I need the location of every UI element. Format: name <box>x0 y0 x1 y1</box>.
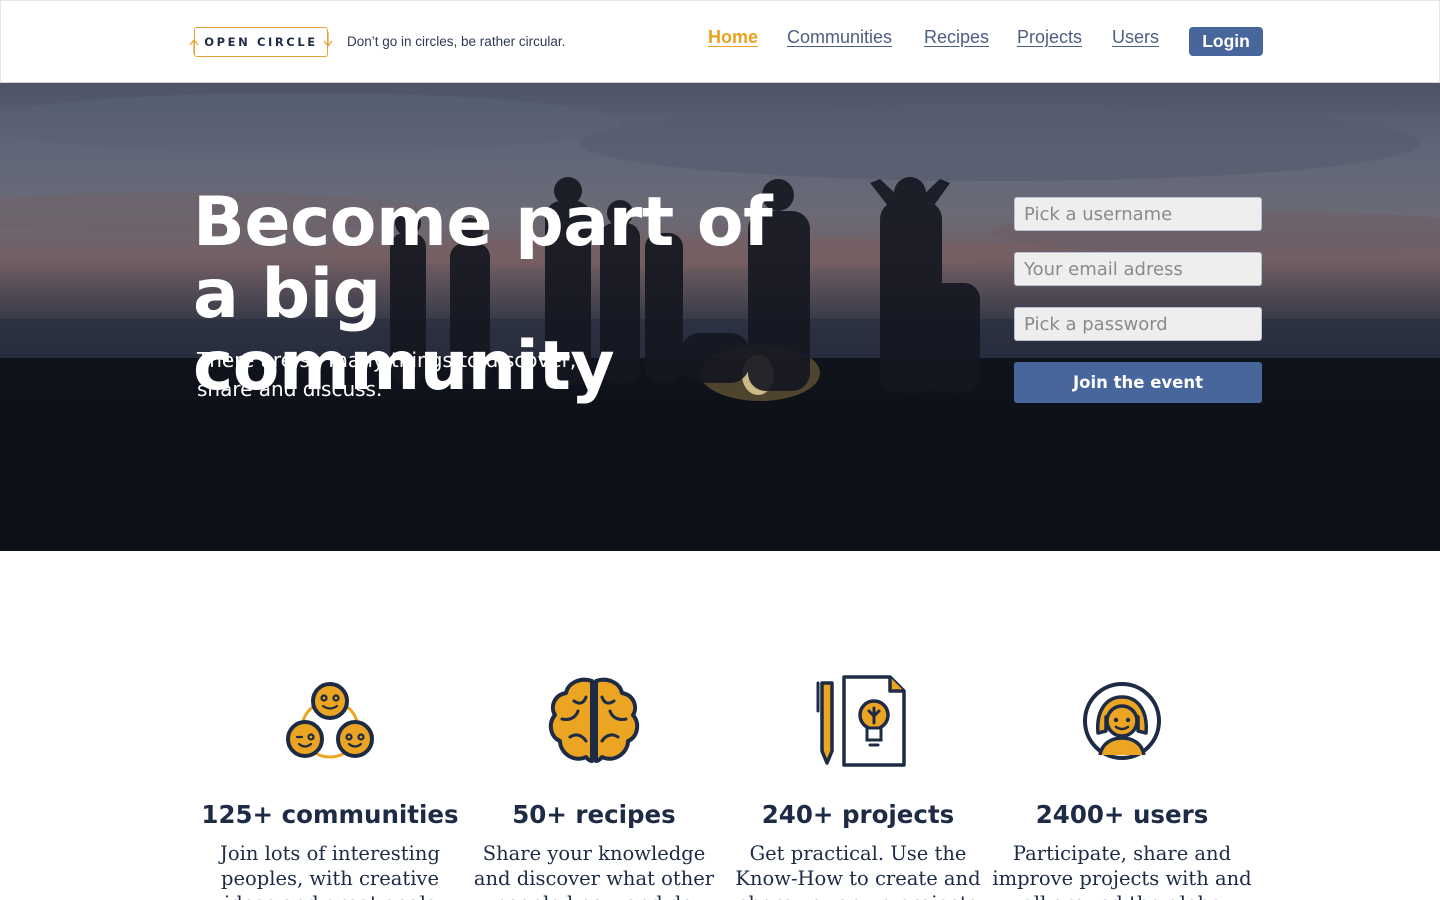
username-input[interactable] <box>1014 197 1262 231</box>
tagline: Don’t go in circles, be rather circular. <box>347 34 566 49</box>
site-header: OPEN CIRCLE Don’t go in circles, be rath… <box>0 0 1440 83</box>
password-input[interactable] <box>1014 307 1262 341</box>
pencil-lightbulb-icon <box>816 675 906 767</box>
hero-subtitle-line-2: share and discuss. <box>197 377 383 401</box>
signup-form: Join the event <box>1014 197 1262 403</box>
hero-section: Become part of a big community There are… <box>0 83 1440 551</box>
nav-communities[interactable]: Communities <box>787 27 892 48</box>
nav-recipes[interactable]: Recipes <box>924 27 989 48</box>
logo-text: OPEN CIRCLE <box>204 35 318 49</box>
hero-title-line-1: Become part of <box>193 183 773 262</box>
feature-text: Participate, share and improve projects … <box>992 842 1252 900</box>
brain-icon <box>548 677 640 763</box>
feature-title: 240+ projects <box>761 800 955 829</box>
features-section: 125+ communities Join lots of interestin… <box>0 551 1440 900</box>
faces-group-icon <box>286 682 374 759</box>
hero-subtitle: There are so many things to discover, sh… <box>197 346 617 404</box>
hero-subtitle-line-1: There are so many things to discover, <box>197 348 577 372</box>
user-avatar-icon <box>1083 682 1161 760</box>
feature-title: 125+ communities <box>201 800 459 829</box>
feature-text: Get practical. Use the Know-How to creat… <box>735 842 981 900</box>
feature-title: 50+ recipes <box>512 800 676 829</box>
logo[interactable]: OPEN CIRCLE <box>189 27 333 57</box>
feature-text: Join lots of interesting peoples, with c… <box>220 842 440 900</box>
email-input[interactable] <box>1014 252 1262 286</box>
login-button[interactable]: Login <box>1189 27 1263 56</box>
logo-arrow-up-icon <box>189 38 199 54</box>
join-event-button[interactable]: Join the event <box>1014 362 1262 403</box>
feature-title: 2400+ users <box>1035 800 1209 829</box>
nav-users[interactable]: Users <box>1112 27 1159 48</box>
nav-home[interactable]: Home <box>708 27 758 48</box>
nav-projects[interactable]: Projects <box>1017 27 1082 48</box>
feature-text: Share your knowledge and discover what o… <box>473 842 715 900</box>
logo-arrow-down-icon <box>323 32 333 48</box>
